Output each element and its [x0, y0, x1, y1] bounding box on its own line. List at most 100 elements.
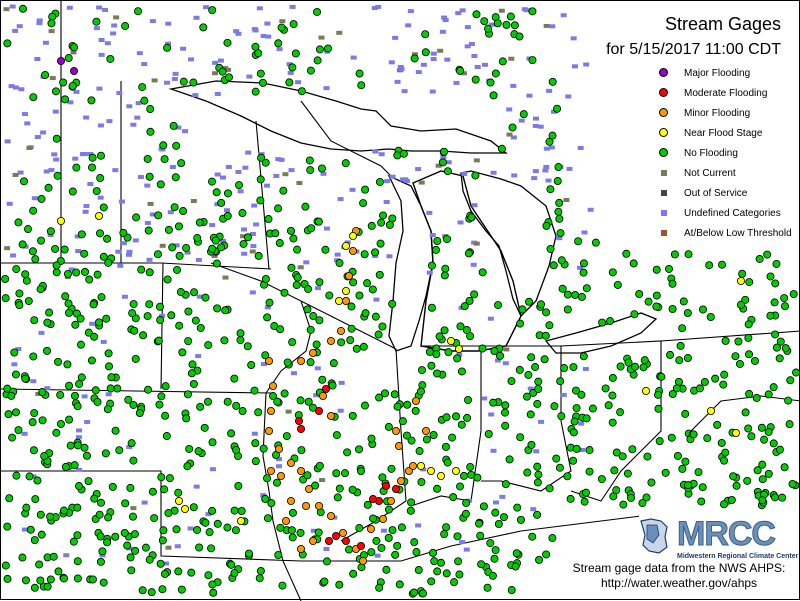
gage-marker[interactable] — [673, 451, 682, 460]
gage-marker[interactable] — [560, 364, 569, 373]
gage-marker[interactable] — [73, 89, 80, 94]
gage-marker[interactable] — [72, 268, 81, 277]
gage-marker[interactable] — [171, 76, 178, 81]
gage-marker[interactable] — [61, 292, 70, 301]
gage-marker[interactable] — [189, 503, 198, 512]
gage-marker[interactable] — [635, 289, 644, 298]
gage-marker[interactable] — [411, 396, 420, 405]
gage-marker[interactable] — [569, 428, 578, 437]
gage-marker[interactable] — [334, 296, 343, 305]
gage-marker[interactable] — [697, 497, 706, 506]
gage-marker[interactable] — [769, 439, 778, 448]
gage-marker[interactable] — [638, 499, 647, 508]
gage-marker[interactable] — [355, 445, 364, 454]
gage-marker[interactable] — [491, 546, 500, 555]
gage-marker[interactable] — [391, 426, 400, 435]
gage-marker[interactable] — [212, 60, 219, 65]
gage-marker[interactable] — [393, 402, 402, 411]
gage-marker[interactable] — [361, 309, 370, 318]
gage-marker[interactable] — [670, 250, 679, 259]
gage-marker[interactable] — [526, 410, 535, 419]
gage-marker[interactable] — [301, 202, 310, 211]
gage-marker[interactable] — [535, 555, 544, 564]
gage-marker[interactable] — [328, 381, 337, 390]
gage-marker[interactable] — [381, 481, 390, 490]
gage-marker[interactable] — [288, 526, 297, 535]
gage-marker[interactable] — [265, 298, 274, 307]
gage-marker[interactable] — [134, 7, 143, 16]
gage-marker[interactable] — [608, 418, 617, 427]
gage-marker[interactable] — [582, 488, 591, 497]
gage-marker[interactable] — [489, 398, 498, 407]
gage-marker[interactable] — [729, 472, 738, 481]
gage-marker[interactable] — [296, 545, 305, 554]
gage-marker[interactable] — [59, 78, 68, 87]
gage-marker[interactable] — [129, 400, 138, 409]
gage-marker[interactable] — [545, 484, 554, 493]
gage-marker[interactable] — [90, 332, 99, 341]
gage-marker[interactable] — [117, 263, 124, 268]
gage-marker[interactable] — [459, 471, 468, 480]
gage-marker[interactable] — [163, 43, 172, 52]
gage-marker[interactable] — [263, 313, 272, 322]
gage-marker[interactable] — [631, 362, 640, 371]
gage-marker[interactable] — [309, 312, 318, 321]
gage-marker[interactable] — [668, 279, 677, 288]
gage-marker[interactable] — [473, 158, 480, 163]
gage-marker[interactable] — [510, 83, 517, 88]
gage-marker[interactable] — [358, 557, 367, 566]
gage-marker[interactable] — [276, 464, 283, 469]
gage-marker[interactable] — [140, 96, 149, 105]
gage-marker[interactable] — [732, 428, 741, 437]
gage-marker[interactable] — [278, 581, 287, 590]
gage-marker[interactable] — [375, 393, 384, 402]
gage-marker[interactable] — [150, 514, 159, 523]
gage-marker[interactable] — [293, 273, 302, 282]
gage-marker[interactable] — [407, 9, 414, 14]
gage-marker[interactable] — [256, 6, 263, 11]
gage-marker[interactable] — [744, 333, 753, 342]
gage-marker[interactable] — [208, 438, 217, 447]
gage-marker[interactable] — [775, 354, 784, 363]
gage-marker[interactable] — [104, 41, 111, 46]
gage-marker[interactable] — [292, 281, 301, 290]
gage-marker[interactable] — [454, 344, 463, 353]
gage-marker[interactable] — [61, 462, 70, 471]
gage-marker[interactable] — [113, 384, 122, 393]
gage-marker[interactable] — [554, 163, 563, 172]
gage-marker[interactable] — [318, 375, 327, 384]
gage-marker[interactable] — [750, 356, 759, 365]
gage-marker[interactable] — [579, 268, 588, 277]
gage-marker[interactable] — [106, 54, 115, 63]
gage-marker[interactable] — [167, 311, 176, 320]
gage-marker[interactable] — [82, 209, 89, 214]
gage-marker[interactable] — [766, 272, 775, 281]
gage-marker[interactable] — [473, 241, 480, 246]
gage-marker[interactable] — [557, 256, 566, 265]
gage-marker[interactable] — [332, 469, 341, 478]
gage-marker[interactable] — [643, 452, 652, 461]
gage-marker[interactable] — [613, 280, 622, 289]
gage-marker[interactable] — [442, 523, 451, 532]
gage-marker[interactable] — [325, 291, 334, 300]
gage-marker[interactable] — [85, 275, 94, 284]
gage-marker[interactable] — [481, 62, 488, 67]
gage-marker[interactable] — [444, 57, 451, 62]
gage-marker[interactable] — [753, 466, 762, 475]
gage-marker[interactable] — [232, 445, 241, 454]
gage-marker[interactable] — [191, 316, 200, 325]
gage-marker[interactable] — [52, 428, 61, 437]
gage-marker[interactable] — [280, 288, 289, 297]
gage-marker[interactable] — [187, 57, 194, 62]
gage-marker[interactable] — [683, 308, 692, 317]
gage-marker[interactable] — [286, 496, 295, 505]
gage-marker[interactable] — [667, 433, 676, 442]
gage-marker[interactable] — [666, 350, 675, 359]
gage-marker[interactable] — [126, 553, 135, 562]
gage-marker[interactable] — [490, 448, 497, 453]
gage-marker[interactable] — [4, 246, 11, 251]
gage-marker[interactable] — [464, 25, 471, 30]
gage-marker[interactable] — [33, 476, 42, 485]
gage-marker[interactable] — [508, 56, 515, 61]
gage-marker[interactable] — [415, 447, 424, 456]
